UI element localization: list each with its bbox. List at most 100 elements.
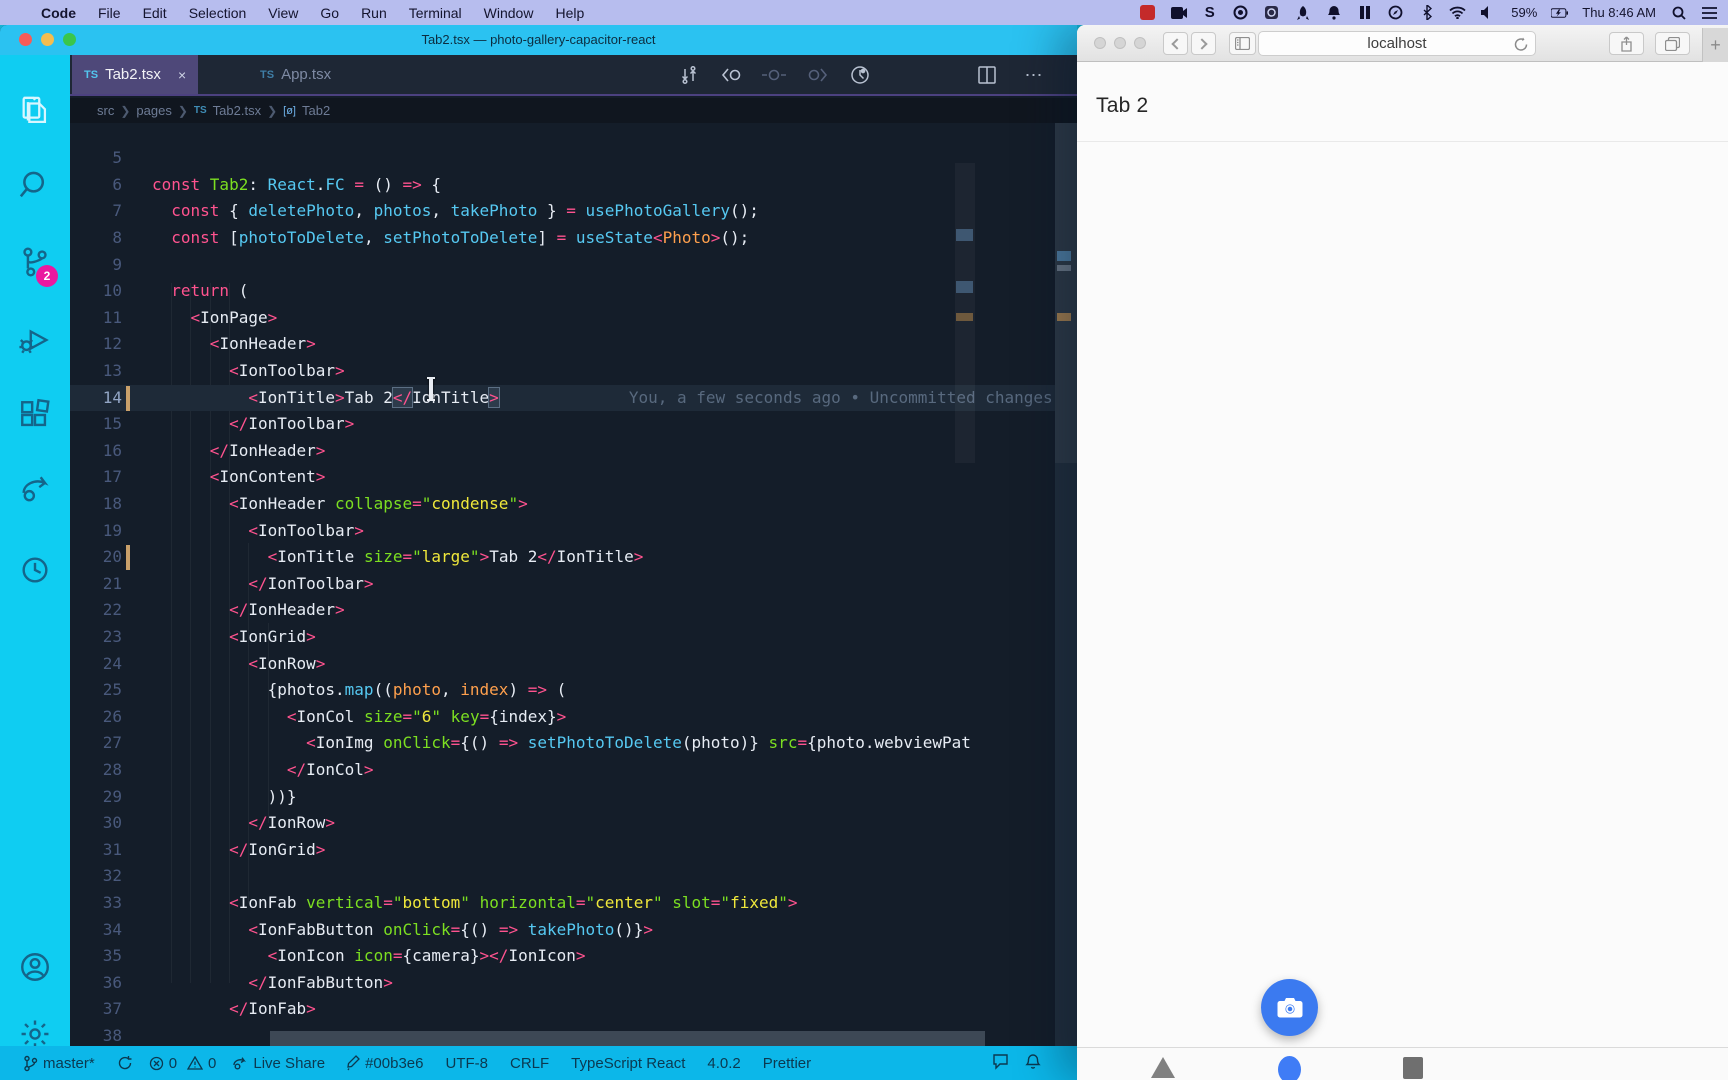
menu-run[interactable]: Run xyxy=(350,5,398,21)
previous-change-icon[interactable] xyxy=(718,61,746,89)
code-line-21[interactable]: 21 </IonToolbar> xyxy=(70,571,1055,598)
menu-terminal[interactable]: Terminal xyxy=(398,5,473,21)
code-line-23[interactable]: 23 <IonGrid> xyxy=(70,624,1055,651)
share-icon[interactable] xyxy=(1609,32,1644,55)
code-line-13[interactable]: 13 <IonToolbar> xyxy=(70,358,1055,385)
breadcrumb[interactable]: src ❯ pages ❯ TS Tab2.tsx ❯ [ø] Tab2 xyxy=(70,98,1077,123)
address-bar[interactable]: localhost xyxy=(1258,31,1536,56)
code-line-7[interactable]: 7 const { deletePhoto, photos, takePhoto… xyxy=(70,198,1055,225)
menu-selection[interactable]: Selection xyxy=(178,5,258,21)
forward-button[interactable] xyxy=(1191,32,1216,55)
battery-icon[interactable] xyxy=(1551,4,1569,21)
breadcrumb-item-src[interactable]: src xyxy=(97,103,114,118)
code-line-37[interactable]: 37 </IonFab> xyxy=(70,996,1055,1023)
code-line-10[interactable]: 10 return ( xyxy=(70,278,1055,305)
timeline-icon[interactable] xyxy=(846,61,874,89)
explorer-icon[interactable] xyxy=(18,95,52,129)
more-actions-icon[interactable]: ⋯ xyxy=(1020,61,1048,89)
compare-changes-icon[interactable] xyxy=(675,61,703,89)
tab-tab-one[interactable]: Tab One xyxy=(1093,1048,1233,1080)
circle-tool-icon[interactable] xyxy=(18,553,52,587)
code-line-12[interactable]: 12 <IonHeader> xyxy=(70,331,1055,358)
status-item-0[interactable]: 0 xyxy=(144,1046,182,1080)
notifications-bell-icon[interactable] xyxy=(1025,1053,1041,1074)
bell-icon[interactable] xyxy=(1325,4,1342,21)
menu-go[interactable]: Go xyxy=(309,5,350,21)
safari-zoom-button[interactable] xyxy=(1134,37,1146,49)
code-line-15[interactable]: 15 </IonToolbar> xyxy=(70,411,1055,438)
menu-help[interactable]: Help xyxy=(544,5,595,21)
code-line-33[interactable]: 33 <IonFab vertical="bottom" horizontal=… xyxy=(70,890,1055,917)
code-line-27[interactable]: 27 <IonImg onClick={() => setPhotoToDele… xyxy=(70,730,1055,757)
feedback-icon[interactable] xyxy=(992,1053,1009,1074)
new-tab-button[interactable]: + xyxy=(1702,28,1728,62)
status-item-typescript-react[interactable]: TypeScript React xyxy=(560,1046,696,1080)
code-line-14[interactable]: 14 <IonTitle>Tab 2</IonTitle> You, a few … xyxy=(70,384,1055,412)
code-line-19[interactable]: 19 <IonToolbar> xyxy=(70,518,1055,545)
code-line-35[interactable]: 35 <IonIcon icon={camera}></IonIcon> xyxy=(70,943,1055,970)
live-share-icon[interactable] xyxy=(18,473,52,507)
status-item-utf-8[interactable]: UTF-8 xyxy=(435,1046,500,1080)
safari-toolbar[interactable]: localhost + xyxy=(1077,25,1728,62)
status-item-prettier[interactable]: Prettier xyxy=(752,1046,822,1080)
show-tabs-icon[interactable] xyxy=(1655,32,1690,55)
status-item-live-share[interactable]: Live Share xyxy=(221,1046,336,1080)
code-line-8[interactable]: 8 const [photoToDelete, setPhotoToDelete… xyxy=(70,225,1055,252)
menu-file[interactable]: File xyxy=(87,5,132,21)
minimap[interactable] xyxy=(1055,123,1077,1046)
account-icon[interactable] xyxy=(18,950,52,984)
breadcrumb-item-tab2[interactable]: Tab2 xyxy=(302,103,330,118)
screenshot-app-icon[interactable] xyxy=(1263,4,1280,21)
menu-window[interactable]: Window xyxy=(473,5,545,21)
status-item-sync[interactable] xyxy=(106,1046,144,1080)
safari-minimize-button[interactable] xyxy=(1114,37,1126,49)
compass-icon[interactable] xyxy=(1387,4,1404,21)
back-button[interactable] xyxy=(1163,32,1188,55)
record-circle-icon[interactable] xyxy=(1232,4,1249,21)
menu-code[interactable]: Code xyxy=(30,5,87,21)
breadcrumb-item-tab2.tsx[interactable]: Tab2.tsx xyxy=(213,103,261,118)
code-line-30[interactable]: 30 </IonRow> xyxy=(70,810,1055,837)
vscode-titlebar[interactable]: Tab2.tsx — photo-gallery-capacitor-react xyxy=(0,25,1077,55)
editor-tab-tab2.tsx[interactable]: TS Tab2.tsx × xyxy=(72,55,199,94)
wifi-icon[interactable] xyxy=(1449,4,1466,21)
pause-bars-icon[interactable] xyxy=(1356,4,1373,21)
sidebar-toggle-icon[interactable] xyxy=(1229,32,1256,55)
editor-tab-app.tsx[interactable]: TS App.tsx xyxy=(248,55,343,94)
code-line-32[interactable]: 32 xyxy=(70,863,1055,890)
status-item-crlf[interactable]: CRLF xyxy=(499,1046,560,1080)
code-line-28[interactable]: 28 </IonCol> xyxy=(70,757,1055,784)
screen-recorder-icon[interactable] xyxy=(1139,4,1156,21)
status-item--00b3e6[interactable]: #00b3e6 xyxy=(336,1046,434,1080)
code-line-5[interactable]: 5 xyxy=(70,145,1055,172)
menubar-clock[interactable]: Thu 8:46 AM xyxy=(1582,5,1656,20)
reload-icon[interactable] xyxy=(1514,36,1528,59)
code-line-11[interactable]: 11 <IonPage> xyxy=(70,305,1055,332)
tab-tab-three[interactable]: Tab Three xyxy=(1343,1048,1483,1080)
horizontal-scrollbar[interactable] xyxy=(270,1031,985,1046)
code-line-18[interactable]: 18 <IonHeader collapse="condense"> xyxy=(70,491,1055,518)
code-line-6[interactable]: 6 const Tab2: React.FC = () => { xyxy=(70,172,1055,199)
code-line-22[interactable]: 22 </IonHeader> xyxy=(70,597,1055,624)
bluetooth-icon[interactable] xyxy=(1418,4,1435,21)
code-line-26[interactable]: 26 <IonCol size="6" key={index}> xyxy=(70,704,1055,731)
notification-center-icon[interactable] xyxy=(1701,4,1718,21)
code-line-29[interactable]: 29 ))} xyxy=(70,784,1055,811)
split-editor-icon[interactable] xyxy=(973,61,1001,89)
code-line-16[interactable]: 16 </IonHeader> xyxy=(70,438,1055,465)
camera-menu-icon[interactable] xyxy=(1170,4,1187,21)
search-icon[interactable] xyxy=(18,168,52,202)
breadcrumb-item-pages[interactable]: pages xyxy=(136,103,171,118)
code-line-17[interactable]: 17 <IonContent> xyxy=(70,464,1055,491)
status-item-0[interactable]: 0 xyxy=(182,1046,221,1080)
status-item-master-[interactable]: master* xyxy=(12,1046,106,1080)
code-line-36[interactable]: 36 </IonFabButton> xyxy=(70,970,1055,997)
run-debug-icon[interactable] xyxy=(18,323,52,357)
change-marker-icon[interactable] xyxy=(760,61,788,89)
code-line-24[interactable]: 24 <IonRow> xyxy=(70,651,1055,678)
code-line-9[interactable]: 9 xyxy=(70,252,1055,279)
status-s-icon[interactable]: S xyxy=(1201,4,1218,21)
rocket-icon[interactable] xyxy=(1294,4,1311,21)
code-line-25[interactable]: 25 {photos.map((photo, index) => ( xyxy=(70,677,1055,704)
code-line-31[interactable]: 31 </IonGrid> xyxy=(70,837,1055,864)
